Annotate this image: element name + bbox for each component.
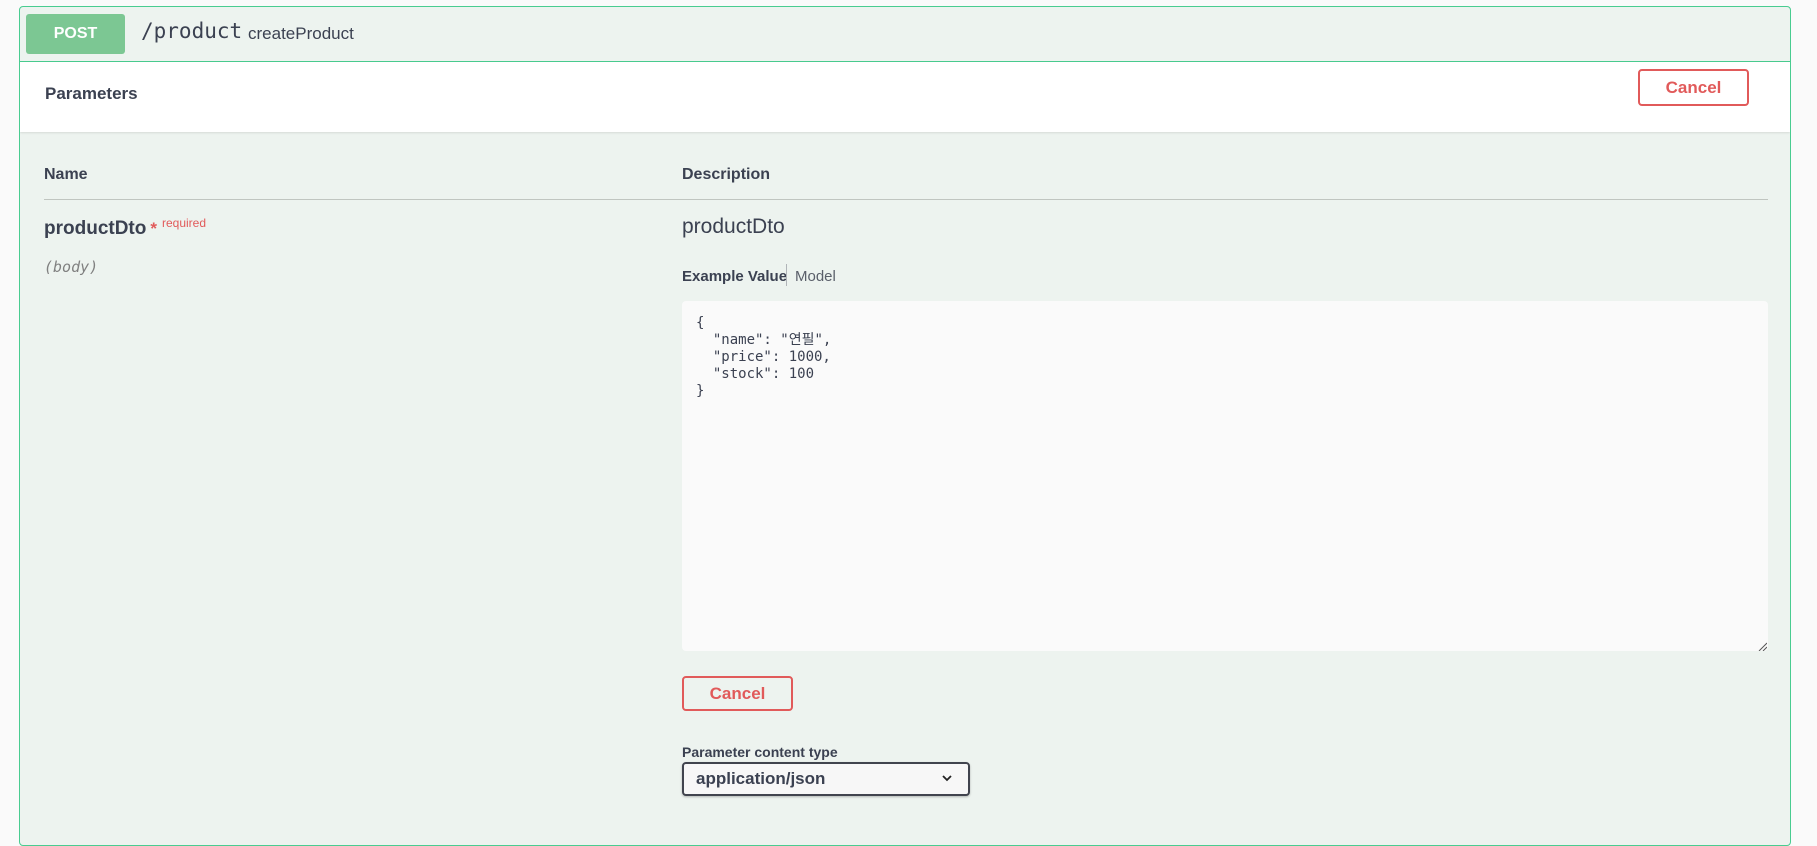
- required-label: required: [162, 216, 207, 230]
- required-star: *: [150, 219, 157, 238]
- parameter-name-text: productDto: [44, 218, 147, 239]
- cancel-button[interactable]: Cancel: [682, 676, 793, 711]
- request-body-textarea[interactable]: { "name": "연필", "price": 1000, "stock": …: [682, 301, 1768, 651]
- tab-model[interactable]: Model: [795, 268, 836, 285]
- parameters-section-header: Parameters: [20, 62, 1790, 132]
- description-column-header: Description: [682, 166, 771, 183]
- tab-example-value[interactable]: Example Value: [682, 268, 787, 285]
- http-method-badge: POST: [26, 14, 125, 54]
- chevron-down-icon: [942, 775, 952, 782]
- parameter-location: (body): [44, 258, 99, 276]
- content-type-selected: application/json: [696, 769, 826, 788]
- operation-summary[interactable]: POST /product createProduct: [20, 7, 1790, 62]
- name-column-header: Name: [44, 166, 88, 183]
- parameters-title: Parameters: [45, 84, 138, 103]
- cancel-try-out-button[interactable]: Cancel: [1638, 69, 1749, 106]
- tab-divider: [786, 264, 787, 286]
- operation-id: createProduct: [248, 24, 354, 43]
- content-type-label: Parameter content type: [682, 744, 838, 760]
- parameter-description: productDto: [682, 215, 785, 238]
- content-type-select[interactable]: application/json: [682, 762, 970, 796]
- operation-path: /product: [141, 19, 243, 43]
- resize-handle-icon[interactable]: [1757, 641, 1767, 651]
- header-divider: [44, 199, 1768, 200]
- parameter-name: productDto *: [44, 218, 157, 240]
